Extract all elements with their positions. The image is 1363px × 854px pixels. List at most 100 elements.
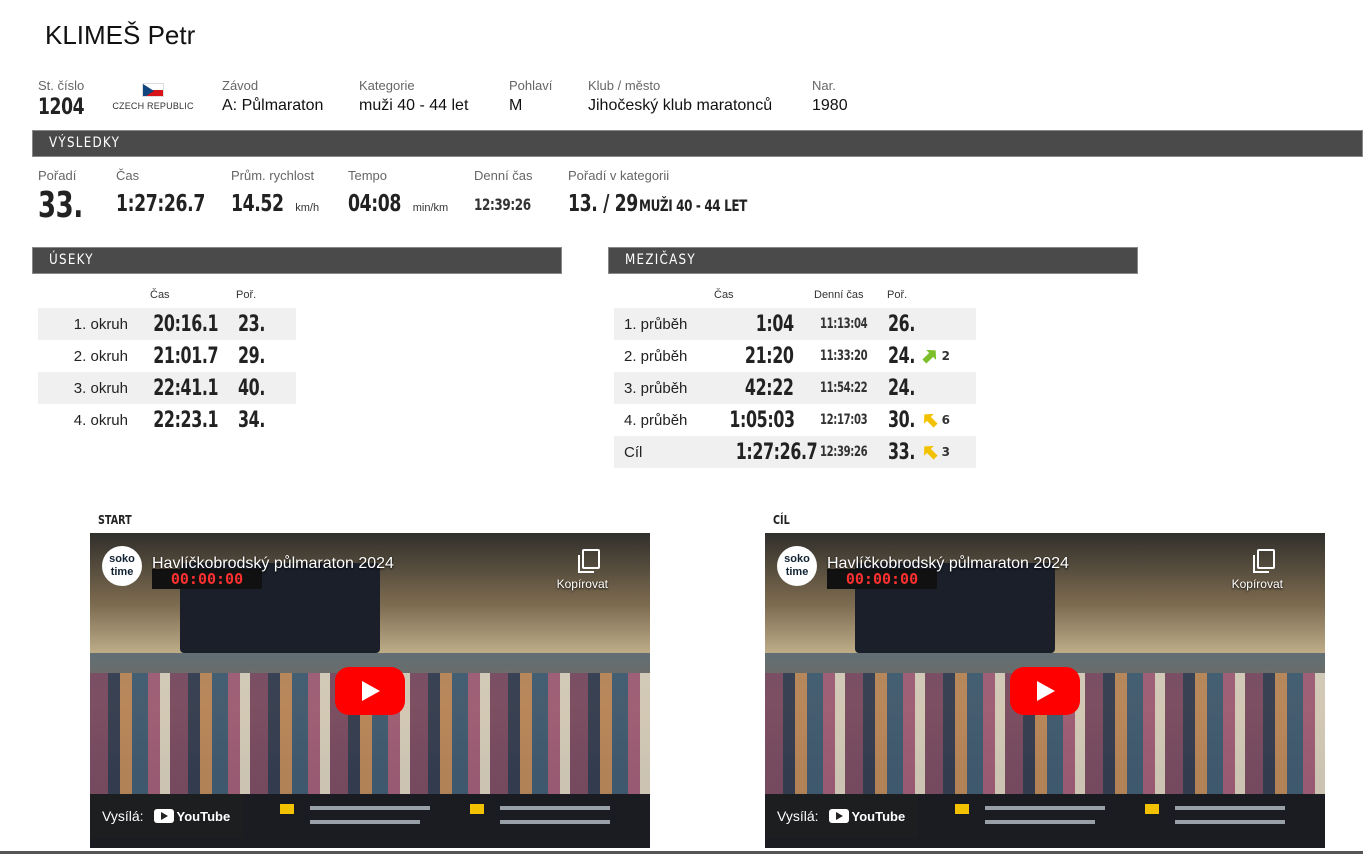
split-rank: 30. xyxy=(888,407,915,433)
time-value: 1:27:26.7 xyxy=(116,191,205,217)
split-daytime: 12:17:03 xyxy=(820,412,868,428)
rank-change: 3 xyxy=(922,445,950,459)
born-block: Nar. 1980 xyxy=(812,78,848,115)
splits-title: MEZIČASY xyxy=(625,252,696,268)
copy-label[interactable]: Kopírovat xyxy=(1232,577,1283,591)
segment-label: 3. okruh xyxy=(73,379,128,397)
split-rank: 26. xyxy=(888,311,915,337)
born-label: Nar. xyxy=(812,78,836,93)
segment-label: 1. okruh xyxy=(73,315,128,333)
race-value: A: Půlmaraton xyxy=(222,97,324,114)
split-time: 21:20 xyxy=(745,343,794,369)
pace-block: Tempo 04:08 min/km xyxy=(348,168,448,217)
split-label: 3. průběh xyxy=(624,379,688,397)
bib-number: 1204 xyxy=(38,95,85,120)
category-label: Kategorie xyxy=(359,78,415,93)
segment-rank: 29. xyxy=(238,343,265,369)
start-video-label: START xyxy=(98,513,132,527)
split-time: 1:27:26.7 xyxy=(735,439,818,465)
daytime-block: Denní čas 12:39:26 xyxy=(474,168,550,215)
segment-label: 4. okruh xyxy=(73,411,128,429)
split-rank: 24. xyxy=(888,343,915,369)
split-time: 42:22 xyxy=(745,375,794,401)
speed-block: Prům. rychlost 14.52 km/h xyxy=(231,168,319,217)
splits-header: MEZIČASY xyxy=(608,247,1138,274)
split-row: 3. průběh 42:22 11:54:22 24. xyxy=(614,372,976,404)
split-label: 2. průběh xyxy=(624,347,688,365)
copy-icon[interactable] xyxy=(1253,549,1275,573)
split-label: 1. průběh xyxy=(624,315,688,333)
rank-change: 6 xyxy=(922,413,950,427)
czech-flag-icon xyxy=(142,83,164,97)
finish-video-player[interactable]: 00:00:00 soko time Havlíčkobrodský půlma… xyxy=(765,533,1325,848)
race-label: Závod xyxy=(222,78,259,93)
split-time: 1:05:03 xyxy=(729,407,795,433)
video-title[interactable]: Havlíčkobrodský půlmaraton 2024 xyxy=(152,555,394,573)
segment-rank: 40. xyxy=(238,375,265,401)
pace-label: Tempo xyxy=(348,168,388,183)
rank-block: Pořadí 33. xyxy=(38,168,100,226)
youtube-logo-icon: YouTube xyxy=(153,809,230,824)
play-button[interactable] xyxy=(335,667,405,715)
segments-col-time: Čas xyxy=(150,289,170,301)
segment-time: 21:01.7 xyxy=(153,343,219,369)
segment-row: 3. okruh 22:41.1 40. xyxy=(38,372,296,404)
sokotime-logo-icon[interactable]: soko time xyxy=(777,546,817,586)
copy-icon[interactable] xyxy=(578,549,600,573)
split-daytime: 11:33:20 xyxy=(820,348,868,364)
start-video-player[interactable]: 00:00:00 soko time Havlíčkobrodský půlma… xyxy=(90,533,650,848)
split-row: 2. průběh 21:20 11:33:20 24. 2 xyxy=(614,340,976,372)
catrank-block: Pořadí v kategorii 13. / 29MUŽI 40 - 44 … xyxy=(568,168,783,217)
rank-change-value: 3 xyxy=(941,445,950,459)
finish-video-label: CÍL xyxy=(773,513,790,527)
watch-label: Vysílá: xyxy=(102,808,144,824)
watch-on-youtube-button[interactable]: Vysílá: YouTube xyxy=(90,794,243,838)
category-value: muži 40 - 44 let xyxy=(359,97,469,114)
country-block: CZECH REPUBLIC xyxy=(112,78,194,111)
segment-time: 22:41.1 xyxy=(153,375,219,401)
speed-unit: km/h xyxy=(295,202,320,214)
play-button[interactable] xyxy=(1010,667,1080,715)
results-title: VÝSLEDKY xyxy=(49,135,121,151)
daytime-label: Denní čas xyxy=(474,168,533,183)
splits-col-rank: Poř. xyxy=(887,289,908,301)
split-label: Cíl xyxy=(624,443,643,461)
club-label: Klub / město xyxy=(588,78,661,93)
born-value: 1980 xyxy=(812,97,848,114)
segment-row: 1. okruh 20:16.1 23. xyxy=(38,308,296,340)
splits-col-time: Čas xyxy=(714,289,734,301)
rank-value: 33. xyxy=(38,185,83,226)
pace-unit: min/km xyxy=(412,202,449,214)
segment-rank: 23. xyxy=(238,311,265,337)
time-block: Čas 1:27:26.7 xyxy=(116,168,235,217)
watch-on-youtube-button[interactable]: Vysílá: YouTube xyxy=(765,794,918,838)
bib-block: St. číslo 1204 xyxy=(38,78,97,120)
segment-time: 22:23.1 xyxy=(153,407,219,433)
segment-rank: 34. xyxy=(238,407,265,433)
copy-label[interactable]: Kopírovat xyxy=(557,577,608,591)
time-label: Čas xyxy=(116,168,140,183)
rank-label: Pořadí xyxy=(38,168,77,183)
segment-time: 20:16.1 xyxy=(153,311,219,337)
rank-change-value: 6 xyxy=(941,413,950,427)
watch-label: Vysílá: xyxy=(777,808,819,824)
race-block: Závod A: Půlmaraton xyxy=(222,78,323,115)
segments-title: ÚSEKY xyxy=(49,252,94,268)
club-block: Klub / město Jihočeský klub maratonců xyxy=(588,78,772,115)
split-row: 4. průběh 1:05:03 12:17:03 30. 6 xyxy=(614,404,976,436)
youtube-logo-icon: YouTube xyxy=(828,809,905,824)
rank-change-value: 2 xyxy=(941,349,950,363)
segments-col-rank: Poř. xyxy=(236,289,257,301)
split-daytime: 11:54:22 xyxy=(820,380,868,396)
speed-label: Prům. rychlost xyxy=(231,168,315,183)
rank-change: 2 xyxy=(922,349,950,363)
daytime-value: 12:39:26 xyxy=(474,195,531,214)
segments-header: ÚSEKY xyxy=(32,247,562,274)
split-daytime: 12:39:26 xyxy=(820,444,868,460)
speed-value: 14.52 xyxy=(231,191,284,217)
video-title[interactable]: Havlíčkobrodský půlmaraton 2024 xyxy=(827,555,1069,573)
split-row: 1. průběh 1:04 11:13:04 26. xyxy=(614,308,976,340)
catrank-label: Pořadí v kategorii xyxy=(568,168,670,183)
sokotime-logo-icon[interactable]: soko time xyxy=(102,546,142,586)
country-name: CZECH REPUBLIC xyxy=(112,101,194,111)
